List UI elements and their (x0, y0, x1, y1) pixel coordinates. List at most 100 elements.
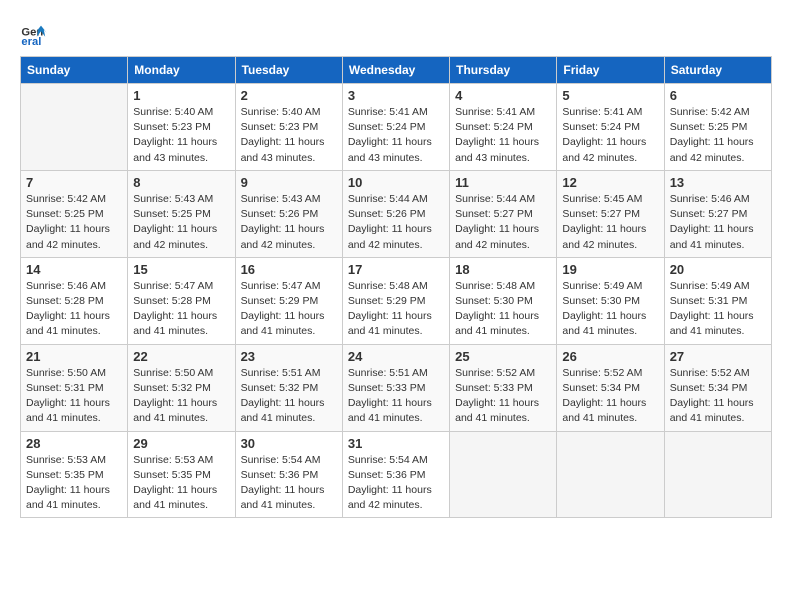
day-info: Sunrise: 5:46 AMSunset: 5:27 PMDaylight:… (670, 192, 766, 253)
day-number: 11 (455, 175, 551, 190)
day-number: 29 (133, 436, 229, 451)
calendar-cell: 9 Sunrise: 5:43 AMSunset: 5:26 PMDaylight… (235, 170, 342, 257)
day-info: Sunrise: 5:51 AMSunset: 5:33 PMDaylight:… (348, 366, 444, 427)
logo-icon: Gen eral (20, 20, 48, 48)
day-number: 6 (670, 88, 766, 103)
day-number: 22 (133, 349, 229, 364)
calendar-cell: 20 Sunrise: 5:49 AMSunset: 5:31 PMDayligh… (664, 257, 771, 344)
day-number: 17 (348, 262, 444, 277)
day-number: 26 (562, 349, 658, 364)
header-saturday: Saturday (664, 57, 771, 84)
day-info: Sunrise: 5:46 AMSunset: 5:28 PMDaylight:… (26, 279, 122, 340)
day-info: Sunrise: 5:48 AMSunset: 5:30 PMDaylight:… (455, 279, 551, 340)
day-info: Sunrise: 5:42 AMSunset: 5:25 PMDaylight:… (26, 192, 122, 253)
calendar-cell: 26Sunrise: 5:52 AMSunset: 5:34 PMDayligh… (557, 344, 664, 431)
calendar-cell: 11 Sunrise: 5:44 AMSunset: 5:27 PMDayligh… (450, 170, 557, 257)
calendar-cell: 8 Sunrise: 5:43 AMSunset: 5:25 PMDaylight… (128, 170, 235, 257)
week-row-3: 14 Sunrise: 5:46 AMSunset: 5:28 PMDayligh… (21, 257, 772, 344)
calendar-cell: 16 Sunrise: 5:47 AMSunset: 5:29 PMDayligh… (235, 257, 342, 344)
calendar-cell: 27 Sunrise: 5:52 AMSunset: 5:34 PMDayligh… (664, 344, 771, 431)
day-number: 15 (133, 262, 229, 277)
svg-text:eral: eral (21, 36, 41, 48)
day-number: 1 (133, 88, 229, 103)
day-info: Sunrise: 5:42 AMSunset: 5:25 PMDaylight:… (670, 105, 766, 166)
day-info: Sunrise: 5:47 AMSunset: 5:29 PMDaylight:… (241, 279, 337, 340)
day-number: 13 (670, 175, 766, 190)
calendar-cell: 3 Sunrise: 5:41 AMSunset: 5:24 PMDaylight… (342, 84, 449, 171)
calendar-table: SundayMondayTuesdayWednesdayThursdayFrid… (20, 56, 772, 518)
day-number: 10 (348, 175, 444, 190)
header-wednesday: Wednesday (342, 57, 449, 84)
calendar-cell: 12 Sunrise: 5:45 AMSunset: 5:27 PMDayligh… (557, 170, 664, 257)
calendar-cell: 21 Sunrise: 5:50 AMSunset: 5:31 PMDayligh… (21, 344, 128, 431)
day-number: 16 (241, 262, 337, 277)
day-info: Sunrise: 5:49 AMSunset: 5:30 PMDaylight:… (562, 279, 658, 340)
day-info: Sunrise: 5:47 AMSunset: 5:28 PMDaylight:… (133, 279, 229, 340)
calendar-cell: 13 Sunrise: 5:46 AMSunset: 5:27 PMDayligh… (664, 170, 771, 257)
day-info: Sunrise: 5:51 AMSunset: 5:32 PMDaylight:… (241, 366, 337, 427)
calendar-cell: 6 Sunrise: 5:42 AMSunset: 5:25 PMDaylight… (664, 84, 771, 171)
header-thursday: Thursday (450, 57, 557, 84)
header-monday: Monday (128, 57, 235, 84)
header: Gen eral (20, 20, 772, 48)
day-info: Sunrise: 5:43 AMSunset: 5:26 PMDaylight:… (241, 192, 337, 253)
week-row-1: 1 Sunrise: 5:40 AMSunset: 5:23 PMDaylight… (21, 84, 772, 171)
day-number: 14 (26, 262, 122, 277)
day-info: Sunrise: 5:50 AMSunset: 5:32 PMDaylight:… (133, 366, 229, 427)
day-number: 12 (562, 175, 658, 190)
day-number: 20 (670, 262, 766, 277)
day-number: 18 (455, 262, 551, 277)
calendar-cell: 1Sunrise: 5:40 AMSunset: 5:23 PMDaylight… (128, 84, 235, 171)
calendar-cell: 30Sunrise: 5:54 AMSunset: 5:36 PMDayligh… (235, 431, 342, 518)
calendar-cell: 31 Sunrise: 5:54 AMSunset: 5:36 PMDayligh… (342, 431, 449, 518)
day-info: Sunrise: 5:52 AMSunset: 5:34 PMDaylight:… (670, 366, 766, 427)
day-info: Sunrise: 5:50 AMSunset: 5:31 PMDaylight:… (26, 366, 122, 427)
day-number: 25 (455, 349, 551, 364)
day-number: 8 (133, 175, 229, 190)
calendar-cell: 17 Sunrise: 5:48 AMSunset: 5:29 PMDayligh… (342, 257, 449, 344)
day-info: Sunrise: 5:54 AMSunset: 5:36 PMDaylight:… (348, 453, 444, 514)
day-number: 19 (562, 262, 658, 277)
day-info: Sunrise: 5:41 AMSunset: 5:24 PMDaylight:… (348, 105, 444, 166)
day-number: 2 (241, 88, 337, 103)
day-number: 4 (455, 88, 551, 103)
calendar-cell: 18 Sunrise: 5:48 AMSunset: 5:30 PMDayligh… (450, 257, 557, 344)
day-info: Sunrise: 5:53 AMSunset: 5:35 PMDaylight:… (26, 453, 122, 514)
calendar-cell: 19 Sunrise: 5:49 AMSunset: 5:30 PMDayligh… (557, 257, 664, 344)
calendar-cell: 29Sunrise: 5:53 AMSunset: 5:35 PMDayligh… (128, 431, 235, 518)
day-number: 3 (348, 88, 444, 103)
calendar-cell: 4 Sunrise: 5:41 AMSunset: 5:24 PMDaylight… (450, 84, 557, 171)
calendar-cell (450, 431, 557, 518)
day-info: Sunrise: 5:40 AMSunset: 5:23 PMDaylight:… (241, 105, 337, 166)
day-number: 21 (26, 349, 122, 364)
calendar-cell: 5Sunrise: 5:41 AMSunset: 5:24 PMDaylight… (557, 84, 664, 171)
calendar-cell (557, 431, 664, 518)
week-row-2: 7 Sunrise: 5:42 AMSunset: 5:25 PMDaylight… (21, 170, 772, 257)
day-info: Sunrise: 5:44 AMSunset: 5:26 PMDaylight:… (348, 192, 444, 253)
header-sunday: Sunday (21, 57, 128, 84)
day-info: Sunrise: 5:41 AMSunset: 5:24 PMDaylight:… (455, 105, 551, 166)
calendar-cell: 25 Sunrise: 5:52 AMSunset: 5:33 PMDayligh… (450, 344, 557, 431)
day-number: 9 (241, 175, 337, 190)
day-number: 23 (241, 349, 337, 364)
day-info: Sunrise: 5:44 AMSunset: 5:27 PMDaylight:… (455, 192, 551, 253)
day-number: 7 (26, 175, 122, 190)
calendar-cell: 24 Sunrise: 5:51 AMSunset: 5:33 PMDayligh… (342, 344, 449, 431)
calendar-cell: 14 Sunrise: 5:46 AMSunset: 5:28 PMDayligh… (21, 257, 128, 344)
day-info: Sunrise: 5:48 AMSunset: 5:29 PMDaylight:… (348, 279, 444, 340)
day-number: 24 (348, 349, 444, 364)
day-info: Sunrise: 5:52 AMSunset: 5:33 PMDaylight:… (455, 366, 551, 427)
calendar-cell: 2 Sunrise: 5:40 AMSunset: 5:23 PMDaylight… (235, 84, 342, 171)
header-friday: Friday (557, 57, 664, 84)
day-number: 28 (26, 436, 122, 451)
day-number: 27 (670, 349, 766, 364)
logo: Gen eral (20, 20, 52, 48)
day-number: 31 (348, 436, 444, 451)
day-info: Sunrise: 5:43 AMSunset: 5:25 PMDaylight:… (133, 192, 229, 253)
calendar-cell: 10 Sunrise: 5:44 AMSunset: 5:26 PMDayligh… (342, 170, 449, 257)
day-info: Sunrise: 5:49 AMSunset: 5:31 PMDaylight:… (670, 279, 766, 340)
day-info: Sunrise: 5:41 AMSunset: 5:24 PMDaylight:… (562, 105, 658, 166)
day-info: Sunrise: 5:45 AMSunset: 5:27 PMDaylight:… (562, 192, 658, 253)
calendar-cell: 22 Sunrise: 5:50 AMSunset: 5:32 PMDayligh… (128, 344, 235, 431)
calendar-cell: 7 Sunrise: 5:42 AMSunset: 5:25 PMDaylight… (21, 170, 128, 257)
